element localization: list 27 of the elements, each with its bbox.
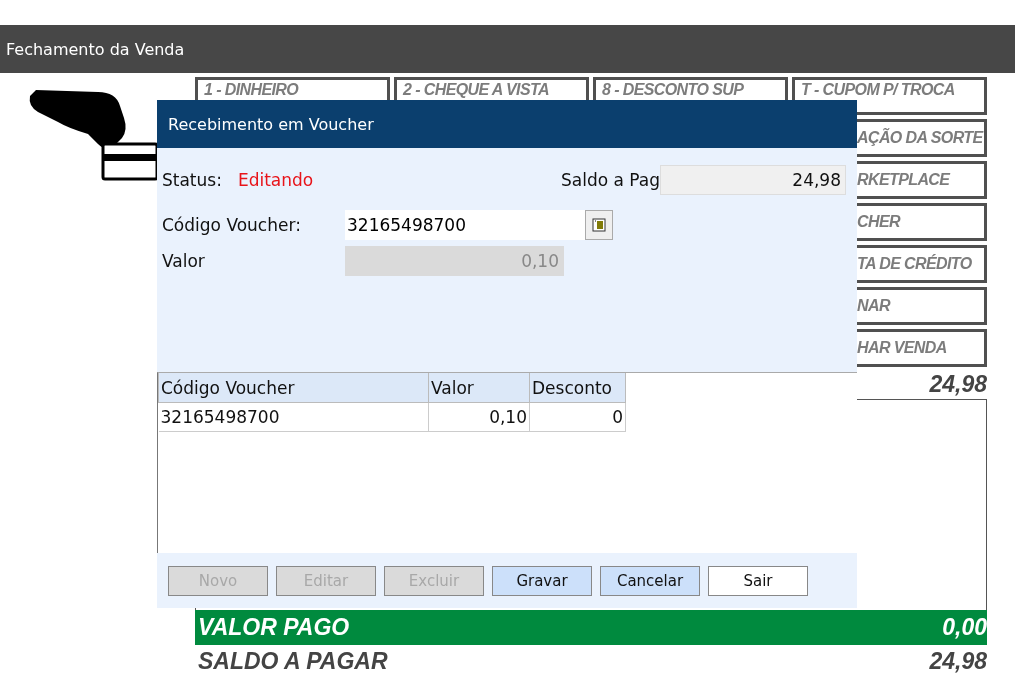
column-header: Desconto <box>529 373 626 403</box>
paid-label: VALOR PAGO <box>198 614 350 641</box>
hand-card-icon <box>28 88 158 181</box>
paid-value: 0,00 <box>942 614 987 641</box>
lookup-button[interactable] <box>585 210 613 240</box>
balance-field-label: Saldo a Pag <box>560 170 660 190</box>
value-field: 0,10 <box>345 246 564 276</box>
voucher-code-label: Código Voucher: <box>162 215 302 235</box>
voucher-code-field[interactable]: 32165498700 <box>345 210 585 240</box>
value-label: Valor <box>162 251 206 271</box>
window-title: Fechamento da Venda <box>6 39 185 59</box>
column-header: Valor <box>428 373 530 403</box>
balance-label: SALDO A PAGAR <box>198 647 388 675</box>
table-cell: 0,10 <box>428 402 530 432</box>
total-value: 24,98 <box>929 371 987 399</box>
dialog-button[interactable]: Sair <box>708 565 808 596</box>
table-cell: 32165498700 <box>158 402 429 432</box>
dialog-button[interactable]: Gravar <box>492 565 592 596</box>
status-value: Editando <box>237 170 314 190</box>
column-header: Código Voucher <box>158 373 429 403</box>
dialog-button[interactable]: Cancelar <box>600 565 700 596</box>
table-cell: 0 <box>529 402 626 432</box>
balance-value: 24,98 <box>929 647 987 675</box>
balance-field: 24,98 <box>660 165 846 195</box>
list-icon <box>592 218 606 232</box>
status-label: Status: <box>162 170 222 190</box>
dialog-title: Recebimento em Voucher <box>168 114 374 134</box>
